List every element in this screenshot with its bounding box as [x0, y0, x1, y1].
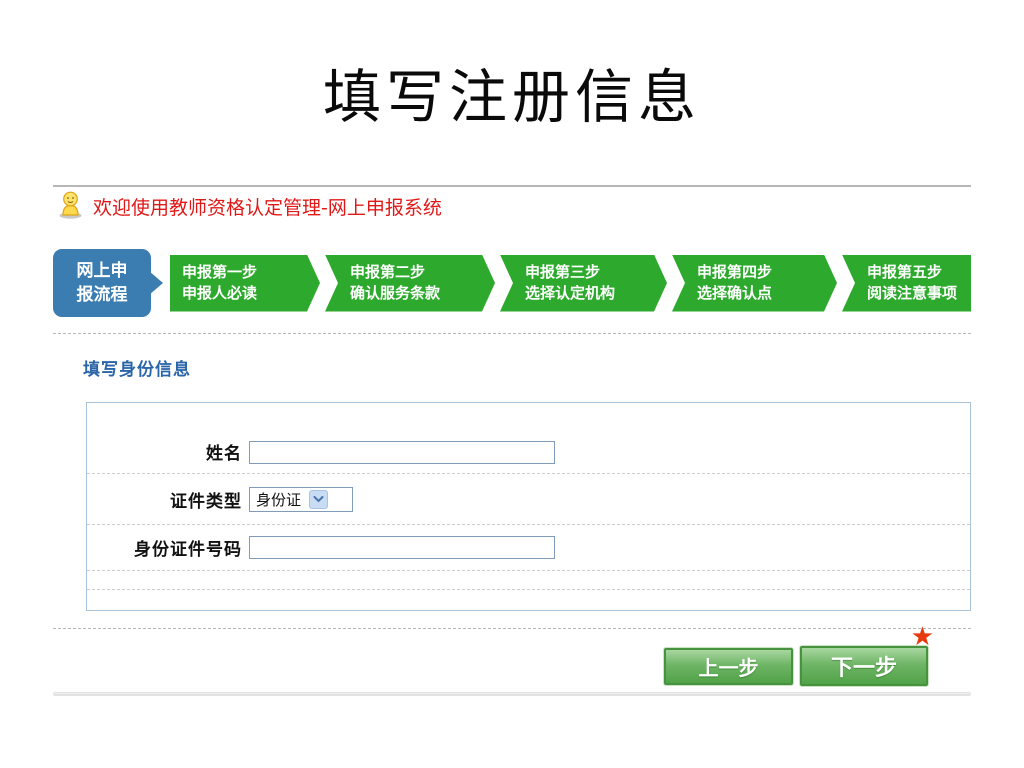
main-content: 欢迎使用教师资格认定管理-网上申报系统 网上申 报流程 申报第一步 申报人必读 …: [53, 0, 971, 696]
form-spacer-row: [87, 589, 970, 610]
welcome-message: 欢迎使用教师资格认定管理-网上申报系统: [93, 196, 442, 219]
id-number-row: 身份证件号码: [87, 524, 970, 570]
name-input[interactable]: [249, 441, 555, 464]
form-spacer-row: [87, 570, 970, 589]
steps-intro-line2: 报流程: [76, 285, 128, 305]
person-icon: [57, 190, 84, 223]
identity-form: 姓名 证件类型 身份证 身份证件号码: [86, 402, 971, 611]
chevron-down-icon[interactable]: [309, 489, 329, 509]
id-type-label: 证件类型: [170, 491, 242, 512]
step-2-title: 申报第二步: [350, 262, 426, 281]
welcome-banner: 欢迎使用教师资格认定管理-网上申报系统: [53, 191, 971, 221]
dashed-divider-bottom: [53, 628, 971, 629]
id-type-select[interactable]: 身份证: [249, 486, 353, 512]
step-list: 申报第一步 申报人必读 申报第二步 确认服务条款 申报第三步 选择认定机构 申报…: [170, 254, 971, 312]
id-number-label: 身份证件号码: [134, 540, 242, 560]
step-2[interactable]: 申报第二步 确认服务条款: [325, 255, 495, 312]
step-3[interactable]: 申报第三步 选择认定机构: [500, 255, 667, 312]
dashed-divider-top: [53, 333, 971, 334]
step-4-title: 申报第四步: [697, 262, 773, 281]
id-number-input[interactable]: [249, 536, 555, 559]
step-4-subtitle: 选择确认点: [697, 283, 773, 302]
next-step-button[interactable]: 下一步: [800, 646, 928, 686]
step-progress-bar: 网上申 报流程 申报第一步 申报人必读 申报第二步 确认服务条款 申报第三步 选…: [53, 249, 971, 317]
step-3-subtitle: 选择认定机构: [525, 283, 616, 302]
id-type-row: 证件类型 身份证: [87, 473, 970, 524]
next-button-wrapper: 下一步 ★: [800, 624, 934, 686]
step-1-title: 申报第一步: [182, 262, 258, 281]
previous-step-button[interactable]: 上一步: [664, 647, 793, 685]
step-3-title: 申报第三步: [525, 262, 601, 281]
step-1[interactable]: 申报第一步 申报人必读: [170, 255, 320, 312]
required-star-icon: ★: [910, 622, 934, 652]
step-2-subtitle: 确认服务条款: [350, 283, 441, 302]
steps-intro-label: 网上申 报流程: [53, 249, 163, 317]
step-5[interactable]: 申报第五步 阅读注意事项: [842, 254, 971, 312]
id-type-selected-value: 身份证: [256, 490, 302, 509]
top-divider: [53, 185, 971, 187]
bottom-divider: [53, 692, 971, 696]
step-1-subtitle: 申报人必读: [182, 283, 258, 302]
action-buttons: 上一步 下一步 ★: [53, 624, 971, 687]
name-row: 姓名: [87, 403, 970, 473]
section-heading: 填写身份信息: [83, 360, 191, 380]
step-4[interactable]: 申报第四步 选择确认点: [672, 255, 837, 312]
steps-intro-line1: 网上申: [76, 261, 128, 281]
step-5-title: 申报第五步: [867, 262, 943, 281]
step-5-subtitle: 阅读注意事项: [867, 283, 958, 302]
name-label: 姓名: [206, 444, 242, 464]
